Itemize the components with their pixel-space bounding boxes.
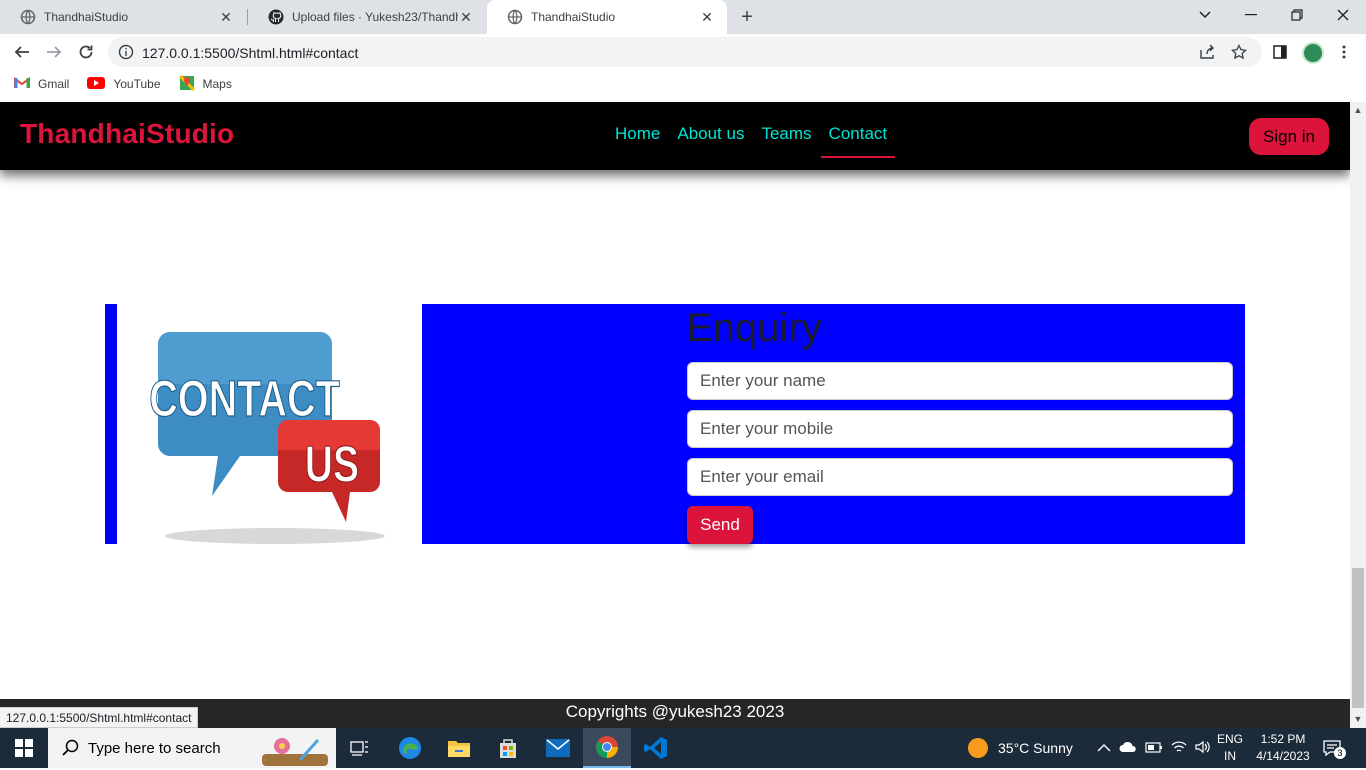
task-view-icon[interactable]: [336, 728, 384, 768]
nav-home[interactable]: Home: [615, 124, 660, 158]
search-icon: [62, 739, 80, 761]
browser-tab-strip: ThandhaiStudio ✕ Upload files · Yukesh23…: [0, 0, 1366, 34]
sun-icon: [968, 738, 988, 758]
site-footer: Copyrights @yukesh23 2023: [0, 699, 1350, 728]
lang-code: ENG: [1216, 732, 1243, 746]
side-panel-icon[interactable]: [1270, 42, 1290, 62]
gmail-icon: [14, 76, 30, 92]
tab-title: Upload files · Yukesh23/Thandhai: [292, 10, 458, 24]
page-scrollbar[interactable]: ▲ ▼: [1350, 102, 1366, 728]
page-viewport: ThandhaiStudio Home About us Teams Conta…: [0, 102, 1350, 728]
weather-text: 35°C Sunny: [998, 740, 1073, 756]
input-language[interactable]: ENG IN: [1216, 731, 1244, 765]
browser-tab-3[interactable]: ThandhaiStudio ✕: [487, 0, 727, 34]
globe-icon: [20, 9, 36, 25]
notification-center-button[interactable]: 3: [1322, 738, 1346, 759]
browser-tab-1[interactable]: ThandhaiStudio ✕: [0, 0, 246, 34]
wifi-icon[interactable]: [1171, 740, 1187, 757]
contact-image-text-1: CONTACT: [150, 370, 340, 427]
close-window-button[interactable]: [1320, 0, 1366, 30]
taskbar-search[interactable]: Type here to search: [48, 728, 336, 768]
notification-count: 3: [1334, 747, 1346, 759]
close-icon[interactable]: ✕: [458, 9, 474, 25]
nav-contact[interactable]: Contact: [820, 124, 896, 158]
restore-button[interactable]: [1274, 0, 1320, 30]
contact-us-image: CONTACT US: [150, 332, 385, 544]
mail-icon[interactable]: [534, 728, 582, 768]
menu-icon[interactable]: [1334, 42, 1354, 62]
close-icon[interactable]: ✕: [699, 9, 715, 25]
scroll-up-arrow[interactable]: ▲: [1353, 105, 1363, 115]
enquiry-title: Enquiry: [686, 306, 822, 350]
windows-logo-icon: [15, 739, 33, 757]
clock-date: 4/14/2023: [1256, 749, 1310, 763]
contact-image-text-2: US: [305, 435, 359, 492]
bookmarks-bar: Gmail YouTube Maps: [0, 70, 1366, 98]
search-highlight-icon: [262, 732, 328, 770]
lang-region: IN: [1224, 749, 1236, 763]
site-nav: Home About us Teams Contact: [615, 124, 912, 158]
site-header: ThandhaiStudio Home About us Teams Conta…: [0, 102, 1350, 170]
bookmark-maps[interactable]: Maps: [178, 74, 232, 94]
windows-start-button[interactable]: [0, 728, 48, 768]
reload-button[interactable]: [74, 40, 98, 64]
clock-time: 1:52 PM: [1260, 732, 1306, 746]
taskbar-clock[interactable]: 1:52 PM 4/14/2023: [1252, 731, 1314, 765]
browser-tab-2[interactable]: Upload files · Yukesh23/Thandhai ✕: [248, 0, 486, 34]
system-tray: [1097, 728, 1211, 768]
vscode-icon[interactable]: [632, 728, 680, 768]
chrome-icon[interactable]: [583, 728, 631, 768]
bookmark-label: Maps: [202, 77, 232, 91]
mobile-input[interactable]: [687, 410, 1233, 448]
windows-taskbar: Type here to search 35°C Sunny ENG IN 1:…: [0, 728, 1366, 768]
scroll-down-arrow[interactable]: ▼: [1353, 714, 1363, 724]
nav-teams[interactable]: Teams: [761, 124, 811, 158]
maps-icon: [178, 74, 195, 94]
microsoft-store-icon[interactable]: [484, 728, 532, 768]
email-input[interactable]: [687, 458, 1233, 496]
globe-icon: [507, 9, 523, 25]
status-bar-url: 127.0.0.1:5500/Shtml.html#contact: [0, 707, 199, 728]
info-icon[interactable]: [118, 44, 134, 65]
chevron-up-icon[interactable]: [1097, 740, 1111, 756]
edge-icon[interactable]: [386, 728, 434, 768]
back-button[interactable]: [10, 40, 34, 64]
contact-left-bar: [105, 304, 117, 544]
site-brand[interactable]: ThandhaiStudio: [20, 118, 234, 150]
share-icon[interactable]: [1198, 43, 1216, 61]
url-text: 127.0.0.1:5500/Shtml.html#contact: [142, 45, 359, 61]
youtube-icon: [87, 76, 106, 92]
minimize-button[interactable]: [1228, 0, 1274, 30]
nav-about-us[interactable]: About us: [677, 124, 744, 158]
taskbar-search-placeholder: Type here to search: [88, 739, 221, 757]
volume-icon[interactable]: [1195, 740, 1211, 757]
tab-title: ThandhaiStudio: [44, 10, 129, 24]
bookmark-gmail[interactable]: Gmail: [14, 76, 70, 92]
bookmark-label: YouTube: [113, 77, 161, 91]
weather-widget[interactable]: 35°C Sunny: [968, 728, 1073, 768]
sign-in-button[interactable]: Sign in: [1249, 118, 1329, 155]
enquiry-panel: Enquiry Send: [422, 304, 1245, 544]
name-input[interactable]: [687, 362, 1233, 400]
forward-button[interactable]: [42, 40, 66, 64]
browser-toolbar: 127.0.0.1:5500/Shtml.html#contact: [0, 34, 1366, 70]
bookmark-label: Gmail: [38, 77, 70, 91]
github-icon: [268, 9, 284, 25]
new-tab-button[interactable]: +: [737, 7, 757, 27]
battery-icon[interactable]: [1145, 740, 1163, 756]
send-button[interactable]: Send: [687, 506, 753, 544]
address-bar[interactable]: 127.0.0.1:5500/Shtml.html#contact: [108, 37, 1262, 67]
close-icon[interactable]: ✕: [218, 9, 234, 25]
bookmark-youtube[interactable]: YouTube: [87, 76, 161, 92]
bookmark-star-icon[interactable]: [1230, 43, 1248, 61]
cloud-icon[interactable]: [1119, 740, 1137, 756]
file-explorer-icon[interactable]: [435, 728, 483, 768]
profile-avatar[interactable]: [1302, 42, 1324, 64]
scroll-thumb[interactable]: [1352, 568, 1364, 708]
tab-title: ThandhaiStudio: [531, 10, 616, 24]
tab-search-icon[interactable]: [1182, 0, 1228, 30]
